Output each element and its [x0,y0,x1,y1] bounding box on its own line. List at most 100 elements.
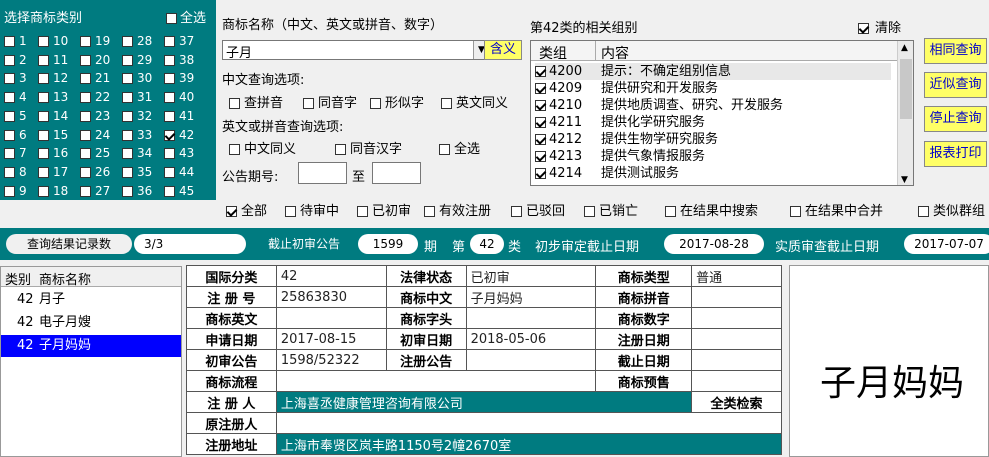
groups-scrollbar[interactable]: ▲ ▼ [897,41,913,185]
category-checkbox[interactable] [164,166,175,178]
en-option-0[interactable]: 中文同义 [229,138,296,157]
category-4[interactable]: 4 [4,90,27,104]
category-checkbox[interactable] [38,92,49,104]
filter-option-4[interactable]: 已驳回 [511,200,565,219]
option-checkbox[interactable] [303,98,314,109]
filter-checkbox[interactable] [511,206,522,217]
filter-checkbox[interactable] [357,206,368,217]
option-checkbox[interactable] [441,98,452,109]
category-11[interactable]: 11 [38,53,68,67]
group-checkbox[interactable] [535,151,546,162]
category-6[interactable]: 6 [4,128,27,142]
category-39[interactable]: 39 [164,71,194,85]
category-checkbox[interactable] [4,92,15,104]
result-row[interactable]: 42 子月妈妈 [1,335,181,357]
select-all-categories[interactable]: 全选 [166,7,206,26]
category-checkbox[interactable] [122,166,133,178]
category-checkbox[interactable] [164,73,175,85]
category-21[interactable]: 21 [80,71,110,85]
result-row[interactable]: 42 电子月嫂 [1,312,181,334]
category-checkbox[interactable] [122,92,133,104]
print-report-button[interactable]: 报表打印 [924,141,987,167]
all-class-search-button[interactable]: 全类检索 [691,391,782,413]
en-option-2[interactable]: 全选 [439,138,480,157]
category-16[interactable]: 16 [38,146,68,160]
group-checkbox[interactable] [535,134,546,145]
filter-option-3[interactable]: 有效注册 [424,200,491,219]
category-40[interactable]: 40 [164,90,194,104]
issue-to-input[interactable] [372,162,421,184]
category-checkbox[interactable] [122,73,133,85]
category-45[interactable]: 45 [164,184,194,198]
category-checkbox[interactable] [80,54,91,66]
category-14[interactable]: 14 [38,109,68,123]
category-34[interactable]: 34 [122,146,152,160]
option-checkbox[interactable] [229,144,240,155]
category-2[interactable]: 2 [4,53,27,67]
category-24[interactable]: 24 [80,128,110,142]
category-checkbox[interactable] [38,129,49,141]
meaning-button[interactable]: 含义 [484,40,522,60]
category-25[interactable]: 25 [80,146,110,160]
category-5[interactable]: 5 [4,109,27,123]
category-30[interactable]: 30 [122,71,152,85]
category-checkbox[interactable] [122,148,133,160]
name-input[interactable]: 子月 [226,42,252,61]
category-checkbox[interactable] [122,54,133,66]
category-checkbox[interactable] [38,185,49,197]
group-checkbox[interactable] [535,66,546,77]
category-27[interactable]: 27 [80,184,110,198]
category-checkbox[interactable] [80,148,91,160]
content-col-header[interactable]: 内容 [601,43,629,63]
category-15[interactable]: 15 [38,128,68,142]
category-checkbox[interactable] [80,110,91,122]
filter-checkbox[interactable] [584,206,595,217]
category-38[interactable]: 38 [164,53,194,67]
category-checkbox[interactable] [80,36,91,47]
group-checkbox[interactable] [535,83,546,94]
category-32[interactable]: 32 [122,109,152,123]
category-13[interactable]: 13 [38,90,68,104]
category-28[interactable]: 28 [122,34,152,48]
issue-from-input[interactable] [298,162,347,184]
category-18[interactable]: 18 [38,184,68,198]
category-checkbox[interactable] [4,36,15,47]
group-row[interactable]: 4209 提供研究和开发服务 [535,80,891,97]
result-name-header[interactable]: 商标名称 [39,269,91,288]
category-26[interactable]: 26 [80,165,110,179]
category-8[interactable]: 8 [4,165,27,179]
similar-search-button[interactable]: 近似查询 [924,72,987,98]
category-20[interactable]: 20 [80,53,110,67]
category-checkbox[interactable] [80,92,91,104]
category-checkbox[interactable] [38,54,49,66]
category-37[interactable]: 37 [164,34,194,48]
category-22[interactable]: 22 [80,90,110,104]
group-checkbox[interactable] [535,117,546,128]
clear-option[interactable]: 清除 [858,17,901,36]
en-option-1[interactable]: 同音汉字 [335,138,402,157]
category-checkbox[interactable] [122,185,133,197]
category-checkbox[interactable] [38,36,49,47]
group-row[interactable]: 4211 提供化学研究服务 [535,114,891,131]
filter-option-2[interactable]: 已初审 [357,200,411,219]
scroll-thumb[interactable] [900,59,912,119]
category-checkbox[interactable] [4,110,15,122]
category-42[interactable]: 42 [164,128,194,142]
category-17[interactable]: 17 [38,165,68,179]
category-checkbox[interactable] [80,166,91,178]
category-checkbox[interactable] [80,185,91,197]
group-checkbox[interactable] [535,168,546,179]
category-checkbox[interactable] [164,110,175,122]
name-combobox[interactable]: 子月 ▼ [222,40,490,61]
filter-checkbox[interactable] [424,206,435,217]
cn-option-3[interactable]: 英文同义 [441,92,508,111]
category-43[interactable]: 43 [164,146,194,160]
group-row[interactable]: 4213 提供气象情报服务 [535,148,891,165]
cn-option-2[interactable]: 形似字 [370,92,424,111]
filter-checkbox[interactable] [285,206,296,217]
category-checkbox[interactable] [164,54,175,66]
same-search-button[interactable]: 相同查询 [924,38,987,64]
category-31[interactable]: 31 [122,90,152,104]
category-29[interactable]: 29 [122,53,152,67]
category-checkbox[interactable] [164,148,175,160]
